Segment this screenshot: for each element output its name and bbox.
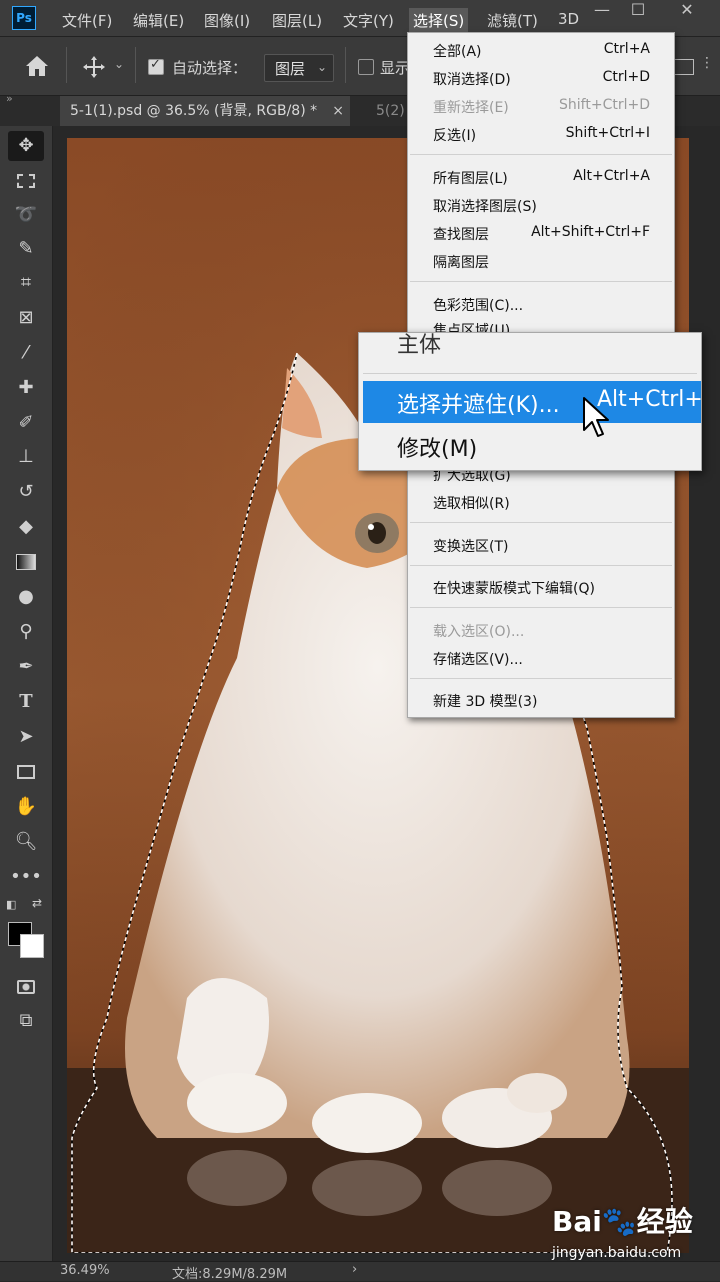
shortcut: Shift+Ctrl+D [559,97,650,113]
menu-item-all-layers[interactable]: 所有图层(L) [433,168,508,188]
menu-separator [410,281,672,282]
clone-stamp-icon[interactable]: ⊥ [8,442,44,472]
rectangle-tool-icon[interactable] [8,757,44,787]
frame-tool-icon[interactable]: ⊠ [8,303,44,333]
menu-file[interactable]: 文件(F) [58,8,116,33]
baidu-watermark: Bai🐾经验 [552,1205,693,1238]
eyedropper-tool-icon[interactable]: ⁄ [8,338,44,368]
menu-item-transform-selection[interactable]: 变换选区(T) [433,536,508,556]
lasso-tool-icon[interactable]: ➰ [8,200,44,230]
brush-tool-icon[interactable]: ✐ [8,408,44,438]
menu-item-reselect[interactable]: 重新选择(E) [433,97,509,117]
path-selection-icon[interactable]: ➤ [8,722,44,752]
type-tool-icon[interactable]: T [8,687,44,717]
chevron-down-icon[interactable]: ⌄ [114,57,124,71]
tab-label: 5(2) [376,103,405,119]
background-color-swatch[interactable] [20,934,44,958]
menu-layer[interactable]: 图层(L) [268,8,326,33]
shortcut: Alt+Shift+Ctrl+F [531,224,650,240]
menu-type[interactable]: 文字(Y) [339,8,398,33]
menu-separator [410,522,672,523]
menu-item-all[interactable]: 全部(A) [433,41,482,61]
menu-filter[interactable]: 滤镜(T) [483,8,542,33]
menu-item-new-3d-model[interactable]: 新建 3D 模型(3) [433,691,537,711]
tab-label: 5-1(1).psd @ 36.5% (背景, RGB/8) * [70,103,318,119]
auto-select-value: 图层 [275,60,306,78]
baidu-url: jingyan.baidu.com [552,1245,682,1261]
menu-3d[interactable]: 3D [554,8,583,30]
menu-separator [363,373,697,374]
chevron-down-icon: ⌄ [316,60,327,74]
menu-image[interactable]: 图像(I) [200,8,254,33]
menu-separator [410,565,672,566]
move-tool-icon[interactable] [82,55,106,79]
menu-item-subject[interactable]: 主体 [397,333,441,359]
menu-item-isolate-layers[interactable]: 隔离图层 [433,252,489,272]
auto-select-checkbox[interactable] [148,57,164,75]
menu-item-deselect-layers[interactable]: 取消选择图层(S) [433,196,537,216]
menu-item-similar[interactable]: 选取相似(R) [433,493,510,513]
show-transform-label: 显示 [380,59,411,77]
close-window-icon[interactable]: ✕ [670,0,704,20]
menu-item-find-layers[interactable]: 查找图层 [433,224,489,244]
hand-tool-icon[interactable]: ✋ [8,792,44,822]
maximize-icon[interactable]: ☐ [621,0,655,20]
menu-item-load-selection[interactable]: 载入选区(O)... [433,621,524,641]
show-transform-checkbox[interactable] [358,59,374,75]
menu-select[interactable]: 选择(S) [409,8,469,33]
tools-panel: ✥ ➰ ✎ ⌗ ⊠ ⁄ ✚ ✐ ⊥ ↺ ◆ ● ⚲ ✒ T ➤ ✋ 🔍︎ •••… [0,126,53,1261]
menu-edit[interactable]: 编辑(E) [129,8,188,33]
photoshop-logo: Ps [12,6,36,30]
eraser-tool-icon[interactable]: ◆ [8,512,44,542]
shortcut: Alt+Ctrl+A [573,168,650,184]
close-tab-icon[interactable]: × [332,96,344,126]
collapse-panel-icon[interactable]: » [6,92,13,105]
menu-separator [410,678,672,679]
gradient-tool-icon[interactable] [8,547,44,577]
auto-select-label: 自动选择： [172,59,248,77]
zoom-level[interactable]: 36.49% [60,1263,110,1278]
marquee-tool-icon[interactable] [8,166,44,196]
zoom-tool-icon[interactable]: 🔍︎ [8,827,44,857]
more-tools-icon[interactable]: ••• [8,862,44,892]
healing-brush-icon[interactable]: ✚ [8,373,44,403]
status-menu-arrow-icon[interactable]: › [352,1262,357,1277]
mouse-cursor-icon [583,397,609,437]
menu-item-color-range[interactable]: 色彩范围(C)... [433,295,523,315]
menu-item-save-selection[interactable]: 存储选区(V)... [433,649,523,669]
move-tool-icon[interactable]: ✥ [8,131,44,161]
minimize-icon[interactable]: — [585,0,619,20]
document-size: 文档:8.29M/8.29M [172,1267,288,1282]
menu-item-modify[interactable]: 修改(M) [397,431,477,463]
shortcut: Alt+Ctrl+R [597,387,702,412]
shortcut: Ctrl+D [602,69,650,85]
shortcut: Shift+Ctrl+I [565,125,650,141]
quick-mask-icon[interactable] [8,972,44,1002]
more-options-icon[interactable]: ⋮ [700,55,714,71]
auto-select-dropdown[interactable]: 图层 ⌄ [264,54,334,82]
align-icon[interactable] [674,59,694,75]
tab-document-active[interactable]: 5-1(1).psd @ 36.5% (背景, RGB/8) * × [60,96,350,126]
status-bar: 36.49% 文档:8.29M/8.29M › [0,1261,720,1282]
pen-tool-icon[interactable]: ✒ [8,652,44,682]
home-icon[interactable] [24,54,50,78]
shortcut: Ctrl+A [603,41,650,57]
swap-colors-icon[interactable]: ⇄ [32,896,42,910]
zoomed-menu-overlay: 主体 选择并遮住(K)... Alt+Ctrl+R 修改(M) [358,332,702,471]
menu-item-select-and-mask[interactable]: 选择并遮住(K)... [397,387,560,419]
menu-item-deselect[interactable]: 取消选择(D) [433,69,511,89]
screen-mode-icon[interactable]: ⧉ [8,1006,44,1036]
default-colors-icon[interactable]: ◧ [6,898,16,911]
history-brush-icon[interactable]: ↺ [8,477,44,507]
quick-selection-tool-icon[interactable]: ✎ [8,234,44,264]
menu-separator [410,154,672,155]
menu-item-quick-mask[interactable]: 在快速蒙版模式下编辑(Q) [433,578,595,598]
menu-separator [410,607,672,608]
blur-tool-icon[interactable]: ● [8,582,44,612]
menu-item-inverse[interactable]: 反选(I) [433,125,476,145]
crop-tool-icon[interactable]: ⌗ [8,268,44,298]
dodge-tool-icon[interactable]: ⚲ [8,617,44,647]
